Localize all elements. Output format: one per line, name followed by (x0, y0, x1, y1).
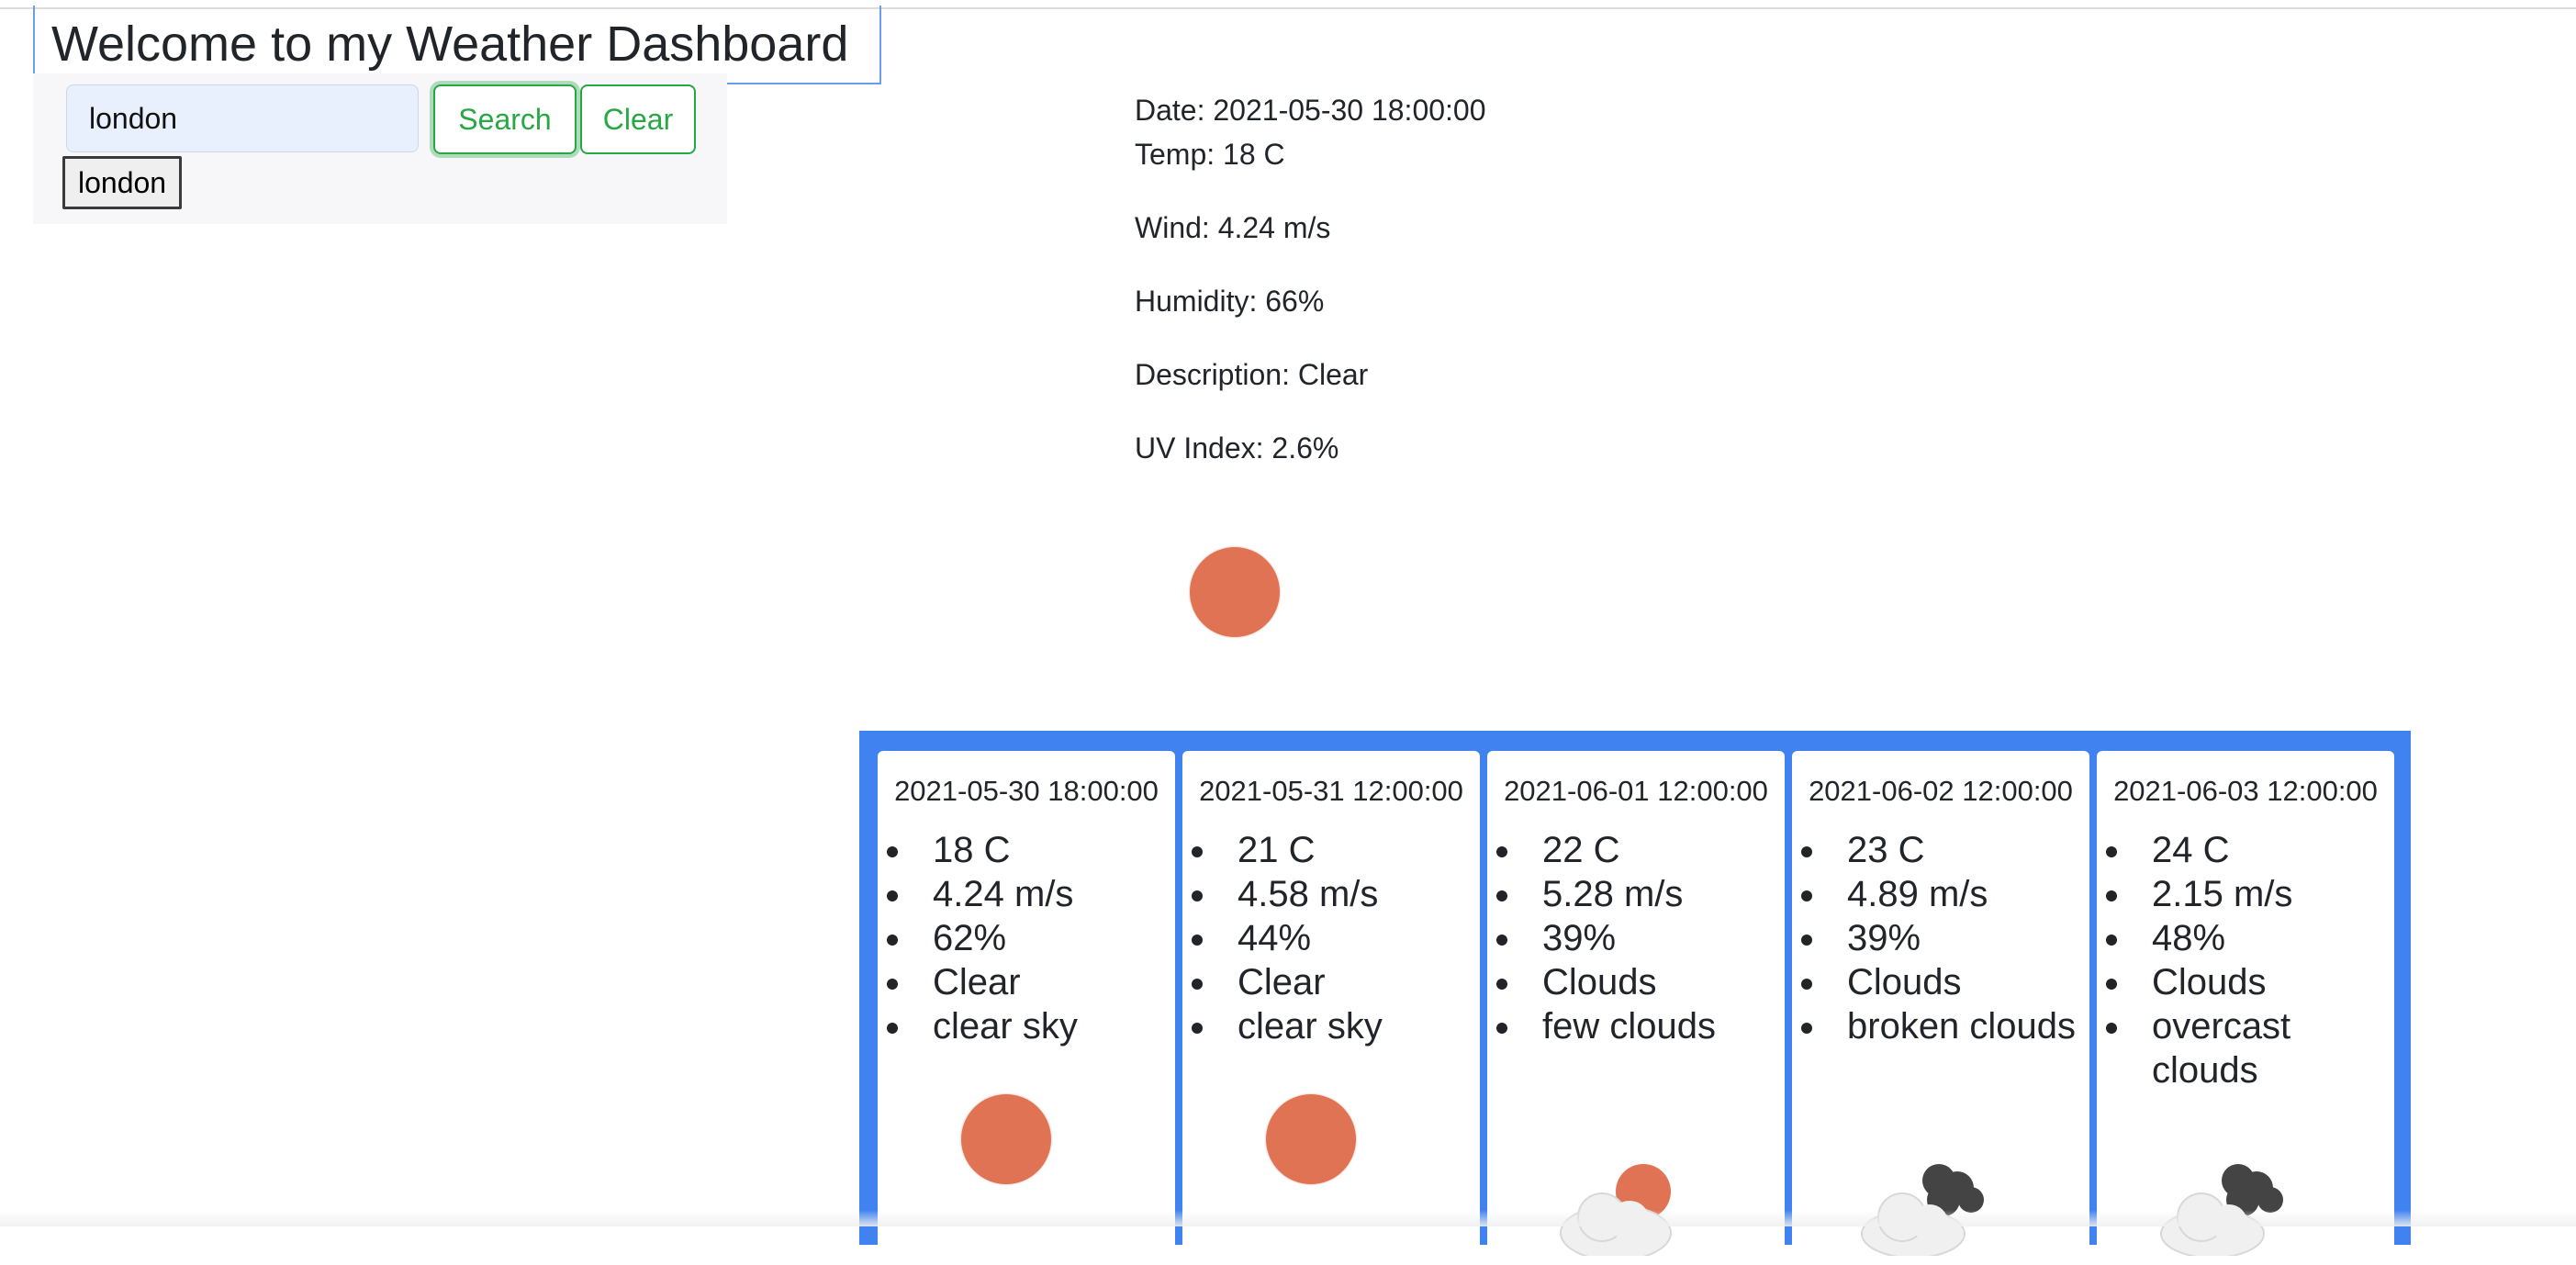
forecast-details: 23 C 4.89 m/s 39% Clouds broken clouds (1792, 828, 2089, 1048)
sun-icon (961, 1094, 1051, 1184)
current-humidity: Humidity: 66% (1135, 285, 1325, 318)
clear-button[interactable]: Clear (580, 84, 696, 154)
forecast-date: 2021-06-03 12:00:00 (2113, 775, 2378, 807)
forecast-main: Clouds (1524, 960, 1785, 1004)
current-temp: Temp: 18 C (1135, 138, 1285, 171)
few-clouds-icon (1560, 1164, 1672, 1256)
forecast-main: Clouds (2134, 960, 2394, 1004)
forecast-temp: 24 C (2134, 828, 2394, 872)
forecast-main: Clear (914, 960, 1175, 1004)
forecast-container: 2021-05-30 18:00:00 18 C 4.24 m/s 62% Cl… (859, 731, 2411, 1265)
forecast-temp: 18 C (914, 828, 1175, 872)
bottom-fade (0, 1210, 2576, 1226)
search-panel: Search Clear london (33, 73, 727, 224)
sun-icon (1266, 1094, 1356, 1184)
forecast-humidity: 48% (2134, 916, 2394, 960)
forecast-date: 2021-06-02 12:00:00 (1809, 775, 2073, 807)
forecast-description: broken clouds (1829, 1004, 2089, 1048)
forecast-description: few clouds (1524, 1004, 1785, 1048)
current-description: Description: Clear (1135, 358, 1369, 391)
forecast-wind: 5.28 m/s (1524, 872, 1785, 916)
forecast-temp: 22 C (1524, 828, 1785, 872)
page-title: Welcome to my Weather Dashboard (51, 17, 849, 72)
forecast-description: clear sky (1219, 1004, 1480, 1048)
forecast-date: 2021-05-31 12:00:00 (1199, 775, 1463, 807)
forecast-humidity: 39% (1829, 916, 2089, 960)
broken-clouds-icon (1861, 1164, 1984, 1256)
forecast-details: 18 C 4.24 m/s 62% Clear clear sky (878, 828, 1175, 1048)
history-item-london[interactable]: london (62, 156, 183, 209)
forecast-temp: 21 C (1219, 828, 1480, 872)
current-uv-index: UV Index: 2.6% (1135, 431, 1339, 465)
forecast-details: 24 C 2.15 m/s 48% Clouds overcast clouds (2097, 828, 2394, 1092)
forecast-main: Clear (1219, 960, 1480, 1004)
current-wind: Wind: 4.24 m/s (1135, 211, 1331, 244)
forecast-date: 2021-06-01 12:00:00 (1504, 775, 1768, 807)
sun-icon (1190, 547, 1280, 637)
forecast-main: Clouds (1829, 960, 2089, 1004)
forecast-card: 2021-06-01 12:00:00 22 C 5.28 m/s 39% Cl… (1487, 751, 1785, 1265)
forecast-date: 2021-05-30 18:00:00 (894, 775, 1159, 807)
forecast-details: 21 C 4.58 m/s 44% Clear clear sky (1182, 828, 1480, 1048)
forecast-description: clear sky (914, 1004, 1175, 1048)
forecast-description: overcast clouds (2134, 1004, 2394, 1092)
forecast-wind: 4.58 m/s (1219, 872, 1480, 916)
forecast-card: 2021-06-03 12:00:00 24 C 2.15 m/s 48% Cl… (2097, 751, 2394, 1265)
forecast-details: 22 C 5.28 m/s 39% Clouds few clouds (1487, 828, 1785, 1048)
forecast-humidity: 44% (1219, 916, 1480, 960)
overcast-clouds-icon (2160, 1164, 2283, 1256)
forecast-humidity: 62% (914, 916, 1175, 960)
search-button[interactable]: Search (433, 84, 577, 154)
forecast-wind: 4.89 m/s (1829, 872, 2089, 916)
city-search-input[interactable] (66, 84, 419, 152)
forecast-wind: 2.15 m/s (2134, 872, 2394, 916)
forecast-card: 2021-05-30 18:00:00 18 C 4.24 m/s 62% Cl… (878, 751, 1175, 1265)
forecast-temp: 23 C (1829, 828, 2089, 872)
current-date: Date: 2021-05-30 18:00:00 (1135, 94, 1486, 127)
forecast-card: 2021-06-02 12:00:00 23 C 4.89 m/s 39% Cl… (1792, 751, 2089, 1265)
forecast-humidity: 39% (1524, 916, 1785, 960)
forecast-wind: 4.24 m/s (914, 872, 1175, 916)
forecast-card: 2021-05-31 12:00:00 21 C 4.58 m/s 44% Cl… (1182, 751, 1480, 1265)
